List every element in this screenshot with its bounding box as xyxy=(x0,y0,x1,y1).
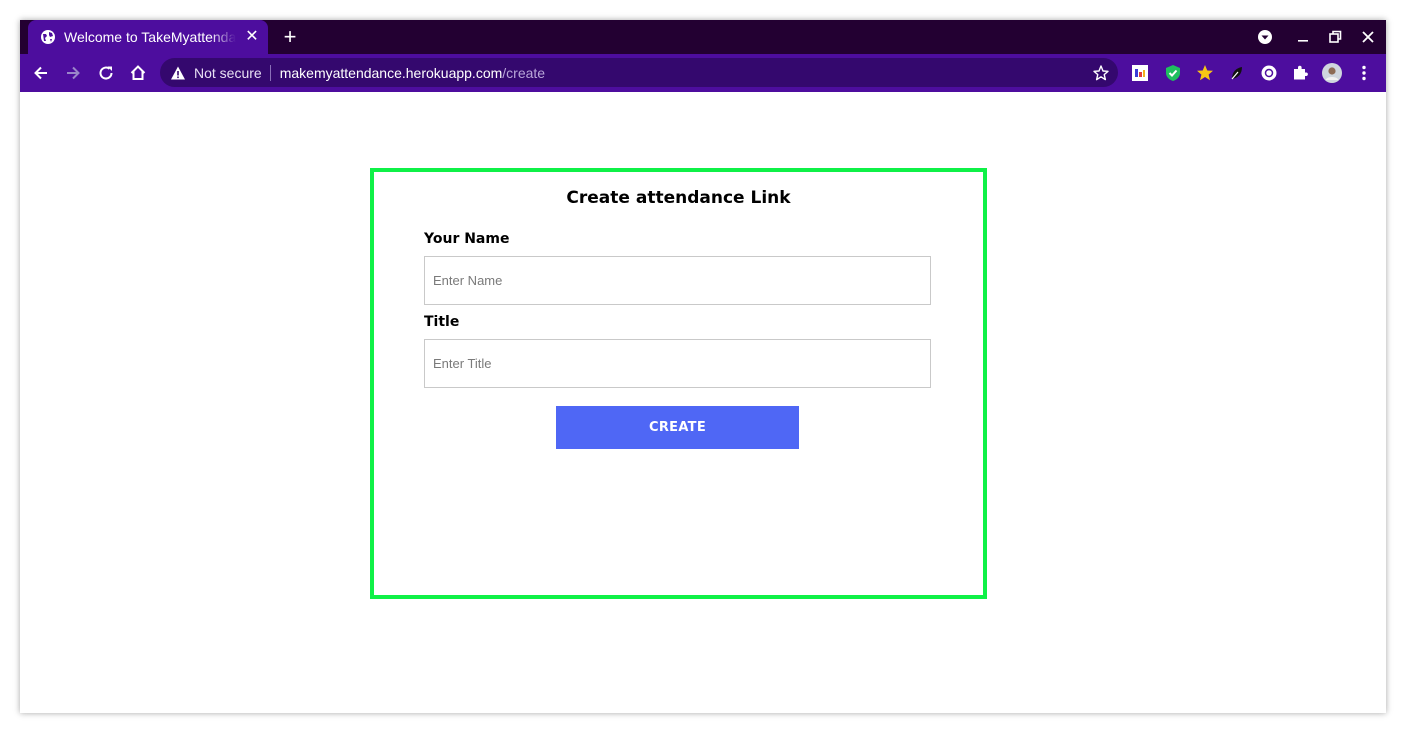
ext-star-icon[interactable] xyxy=(1195,63,1215,83)
profile-avatar[interactable] xyxy=(1322,63,1342,83)
plus-icon[interactable]: + xyxy=(280,26,300,48)
home-icon[interactable] xyxy=(128,63,148,83)
title-input[interactable] xyxy=(424,339,931,388)
divider xyxy=(269,64,271,81)
back-icon[interactable] xyxy=(31,63,51,83)
title-label: Title xyxy=(424,314,460,330)
close-icon[interactable] xyxy=(1359,28,1377,46)
create-form-card: Create attendance Link Your Name Title C… xyxy=(370,168,987,599)
url-path: /create xyxy=(502,64,546,81)
form-title: Create attendance Link xyxy=(566,188,791,208)
tab-active[interactable]: Welcome to TakeMyattendance ✕ xyxy=(28,20,268,54)
puzzle-icon[interactable] xyxy=(1290,63,1310,83)
name-input[interactable] xyxy=(424,256,931,305)
toolbar: Not secure makemyattendance.herokuapp.co… xyxy=(20,54,1386,92)
ext-shield-icon[interactable] xyxy=(1163,63,1183,83)
reload-icon[interactable] xyxy=(96,63,116,83)
ext-leaf-icon[interactable] xyxy=(1227,63,1247,83)
bookmark-star-icon[interactable] xyxy=(1092,64,1110,82)
security-status[interactable]: Not secure xyxy=(194,65,262,81)
browser-window: Welcome to TakeMyattendance ✕ + xyxy=(20,20,1386,713)
ext-circle-icon[interactable] xyxy=(1259,63,1279,83)
ext-grid-icon[interactable] xyxy=(1130,63,1150,83)
url-host: makemyattendance.herokuapp.com xyxy=(279,64,503,81)
profile-dropdown-icon[interactable] xyxy=(1256,28,1274,46)
address-bar[interactable]: Not secure makemyattendance.herokuapp.co… xyxy=(160,58,1118,87)
globe-icon xyxy=(41,30,55,44)
page-content: Create attendance Link Your Name Title C… xyxy=(20,92,1386,713)
minimize-icon[interactable] xyxy=(1294,28,1312,46)
tab-title: Welcome to TakeMyattendance xyxy=(64,29,236,45)
restore-icon[interactable] xyxy=(1326,28,1344,46)
menu-dots-icon[interactable] xyxy=(1354,63,1374,83)
close-icon[interactable]: ✕ xyxy=(244,29,260,45)
tab-strip: Welcome to TakeMyattendance ✕ + xyxy=(20,20,1386,54)
warning-icon[interactable] xyxy=(170,65,186,81)
create-button[interactable]: CREATE xyxy=(556,406,799,449)
forward-icon[interactable] xyxy=(63,63,83,83)
name-label: Your Name xyxy=(424,231,510,247)
